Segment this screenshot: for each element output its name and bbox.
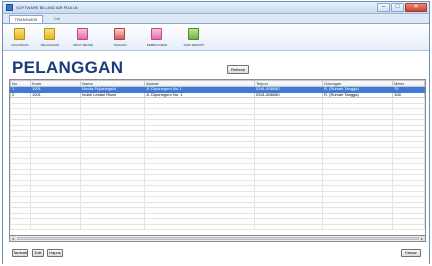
empty-cell bbox=[30, 223, 81, 230]
refresh-button[interactable]: Refresh bbox=[227, 65, 249, 74]
empty-cell bbox=[144, 223, 255, 230]
scrollbar-thumb[interactable] bbox=[17, 237, 419, 240]
empty-cell bbox=[254, 223, 323, 230]
exit-button[interactable]: Keluar bbox=[401, 249, 421, 257]
chart-icon bbox=[188, 28, 199, 40]
ribbon-button-label: TAGIHAN bbox=[113, 43, 127, 47]
ribbon-button-data-report[interactable]: DATA REPORT bbox=[176, 26, 212, 50]
empty-cell bbox=[80, 223, 145, 230]
customer-table: No Kode Nama Alamat Telpon Golongan Mete… bbox=[9, 79, 426, 236]
title-bar: SOFTWARE BILLING AIR PDA Uk – □ ✕ bbox=[3, 2, 429, 14]
minimize-button[interactable]: – bbox=[377, 3, 390, 12]
ribbon-button-label: DATA REPORT bbox=[183, 43, 205, 47]
ribbon-button-label: GOLONGAN bbox=[11, 43, 29, 47]
ribbon-button-label: PEMBAYARAN bbox=[146, 43, 168, 47]
scroll-right-icon[interactable]: ▸ bbox=[419, 236, 425, 241]
folder-icon bbox=[14, 28, 25, 40]
app-window: SOFTWARE BILLING AIR PDA Uk – □ ✕ TRANSA… bbox=[2, 1, 430, 264]
maximize-button[interactable]: □ bbox=[391, 3, 404, 12]
empty-cell bbox=[322, 223, 393, 230]
add-button[interactable]: Tambah bbox=[12, 249, 28, 257]
document-icon bbox=[77, 28, 88, 40]
ribbon-button-tagihan[interactable]: TAGIHAN bbox=[102, 26, 138, 50]
folder-icon bbox=[44, 28, 55, 40]
edit-button[interactable]: Edit bbox=[32, 249, 44, 257]
tab-secondary[interactable]: Ctrl bbox=[47, 15, 67, 23]
window-title: SOFTWARE BILLING AIR PDA Uk bbox=[16, 5, 78, 10]
horizontal-scrollbar[interactable]: ◂ ▸ bbox=[9, 236, 426, 242]
ribbon-button-pelanggan[interactable]: PELANGGAN bbox=[35, 26, 65, 50]
ribbon-button-label: INPUT METER bbox=[72, 43, 94, 47]
document-icon bbox=[114, 28, 125, 40]
empty-row bbox=[10, 223, 425, 230]
tab-transaksi[interactable]: TRANSAKSI bbox=[9, 15, 43, 23]
main-content: PELANGGAN Refresh No Kode Nama Alamat Te… bbox=[3, 51, 429, 264]
app-icon bbox=[6, 4, 13, 11]
page-title: PELANGGAN bbox=[12, 58, 124, 77]
document-icon bbox=[151, 28, 162, 40]
ribbon-button-input-meter[interactable]: INPUT METER bbox=[66, 26, 100, 50]
empty-cell bbox=[392, 223, 425, 230]
scroll-left-icon[interactable]: ◂ bbox=[10, 236, 16, 241]
empty-cell bbox=[10, 223, 31, 230]
ribbon-button-label: PELANGGAN bbox=[40, 43, 60, 47]
delete-button[interactable]: Hapus bbox=[47, 249, 63, 257]
close-button[interactable]: ✕ bbox=[405, 3, 427, 12]
ribbon-toolbar: GOLONGAN PELANGGAN INPUT METER TAGIHAN P… bbox=[3, 23, 429, 51]
ribbon-tab-bar: TRANSAKSI Ctrl bbox=[3, 14, 429, 23]
ribbon-button-pembayaran[interactable]: PEMBAYARAN bbox=[139, 26, 175, 50]
ribbon-button-golongan[interactable]: GOLONGAN bbox=[6, 26, 34, 50]
